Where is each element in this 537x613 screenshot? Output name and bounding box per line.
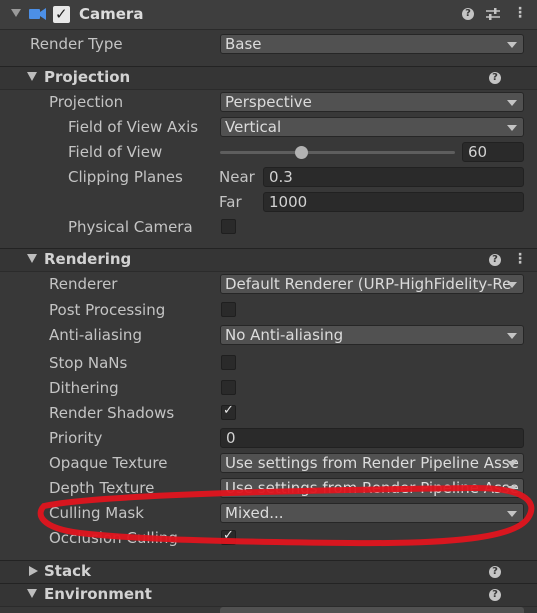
rendering-section-title: Rendering xyxy=(44,250,132,268)
chevron-down-icon xyxy=(507,100,517,106)
culling-mask-value: Mixed... xyxy=(225,504,284,522)
physical-camera-checkbox[interactable] xyxy=(221,219,236,234)
help-icon[interactable]: ? xyxy=(489,589,501,601)
help-icon[interactable]: ? xyxy=(489,566,501,578)
dithering-checkbox[interactable] xyxy=(221,380,236,395)
culling-mask-label: Culling Mask xyxy=(49,504,144,522)
fov-axis-label: Field of View Axis xyxy=(68,118,199,136)
far-value: 1000 xyxy=(269,193,308,211)
chevron-down-icon xyxy=(507,486,517,492)
fov-value: 60 xyxy=(468,143,488,161)
foldout-right-icon xyxy=(29,566,38,576)
opaque-texture-value: Use settings from Render Pipeline Asse xyxy=(225,454,519,472)
foldout-down-icon xyxy=(27,72,37,81)
check-icon: ✓ xyxy=(55,5,68,23)
foldout-down-icon xyxy=(27,589,37,598)
check-icon: ✓ xyxy=(223,528,234,543)
render-shadows-label: Render Shadows xyxy=(49,404,175,422)
far-field[interactable]: 1000 xyxy=(263,192,524,212)
depth-texture-label: Depth Texture xyxy=(49,479,155,497)
presets-icon[interactable] xyxy=(486,8,500,21)
renderer-value: Default Renderer (URP-HighFidelity-Re xyxy=(225,275,512,293)
projection-label: Projection xyxy=(49,93,124,111)
chevron-down-icon xyxy=(507,42,517,48)
projection-value: Perspective xyxy=(225,93,312,111)
chevron-down-icon xyxy=(507,333,517,339)
fov-value-field[interactable]: 60 xyxy=(462,142,524,162)
render-type-value: Base xyxy=(225,35,262,53)
far-label: Far xyxy=(219,193,242,211)
occlusion-culling-label: Occlusion Culling xyxy=(49,529,178,547)
priority-label: Priority xyxy=(49,429,103,447)
environment-next-field[interactable] xyxy=(220,607,524,613)
render-shadows-checkbox[interactable]: ✓ xyxy=(221,403,236,420)
occlusion-culling-checkbox[interactable]: ✓ xyxy=(221,528,236,545)
fov-label: Field of View xyxy=(68,143,163,161)
chevron-down-icon xyxy=(507,511,517,517)
dithering-label: Dithering xyxy=(49,379,119,397)
projection-dropdown[interactable]: Perspective xyxy=(220,92,524,112)
stack-section-header[interactable]: Stack ? xyxy=(0,560,537,584)
help-icon[interactable]: ? xyxy=(489,72,501,84)
chevron-down-icon xyxy=(507,125,517,131)
anti-aliasing-dropdown[interactable]: No Anti-aliasing xyxy=(220,325,524,345)
fov-slider-thumb[interactable] xyxy=(295,146,308,159)
opaque-texture-dropdown[interactable]: Use settings from Render Pipeline Asse xyxy=(220,453,524,473)
check-icon: ✓ xyxy=(223,403,234,418)
near-value: 0.3 xyxy=(269,168,293,186)
fov-axis-dropdown[interactable]: Vertical xyxy=(220,117,524,137)
environment-section-header[interactable]: Environment ? xyxy=(0,583,537,607)
post-processing-checkbox[interactable] xyxy=(221,302,236,317)
help-icon[interactable]: ? xyxy=(462,8,474,20)
depth-texture-dropdown[interactable]: Use settings from Render Pipeline Asse xyxy=(220,478,524,498)
foldout-arrow[interactable] xyxy=(11,9,21,17)
renderer-label: Renderer xyxy=(49,275,118,293)
chevron-down-icon xyxy=(507,282,517,288)
camera-icon xyxy=(29,8,46,20)
culling-mask-dropdown[interactable]: Mixed... xyxy=(220,503,524,523)
opaque-texture-label: Opaque Texture xyxy=(49,454,168,472)
physical-camera-label: Physical Camera xyxy=(68,218,193,236)
component-title: Camera xyxy=(79,5,144,23)
chevron-down-icon xyxy=(507,461,517,467)
more-options-icon[interactable]: ⋮ xyxy=(513,252,527,266)
clipping-planes-label: Clipping Planes xyxy=(68,168,183,186)
rendering-section-header[interactable]: Rendering ? ⋮ xyxy=(0,248,537,272)
stop-nans-label: Stop NaNs xyxy=(49,354,128,372)
near-label: Near xyxy=(219,168,255,186)
projection-section-title: Projection xyxy=(44,68,131,86)
render-type-dropdown[interactable]: Base xyxy=(220,34,524,54)
render-type-label: Render Type xyxy=(30,35,123,53)
fov-slider-track[interactable] xyxy=(220,151,455,154)
stack-section-title: Stack xyxy=(44,562,91,580)
more-options-icon[interactable]: ⋮ xyxy=(513,6,527,20)
priority-field[interactable]: 0 xyxy=(220,428,524,448)
enable-component-checkbox[interactable]: ✓ xyxy=(53,5,70,23)
component-header: ✓ Camera ? ⋮ xyxy=(0,0,537,30)
projection-section-header[interactable]: Projection ? xyxy=(0,66,537,90)
post-processing-label: Post Processing xyxy=(49,301,166,319)
foldout-down-icon xyxy=(27,254,37,263)
help-icon[interactable]: ? xyxy=(489,254,501,266)
environment-section-title: Environment xyxy=(44,585,152,603)
priority-value: 0 xyxy=(226,429,236,447)
renderer-dropdown[interactable]: Default Renderer (URP-HighFidelity-Re xyxy=(220,274,524,294)
depth-texture-value: Use settings from Render Pipeline Asse xyxy=(225,479,519,497)
stop-nans-checkbox[interactable] xyxy=(221,355,236,370)
anti-aliasing-value: No Anti-aliasing xyxy=(225,326,344,344)
near-field[interactable]: 0.3 xyxy=(263,167,524,187)
fov-axis-value: Vertical xyxy=(225,118,282,136)
anti-aliasing-label: Anti-aliasing xyxy=(49,326,142,344)
